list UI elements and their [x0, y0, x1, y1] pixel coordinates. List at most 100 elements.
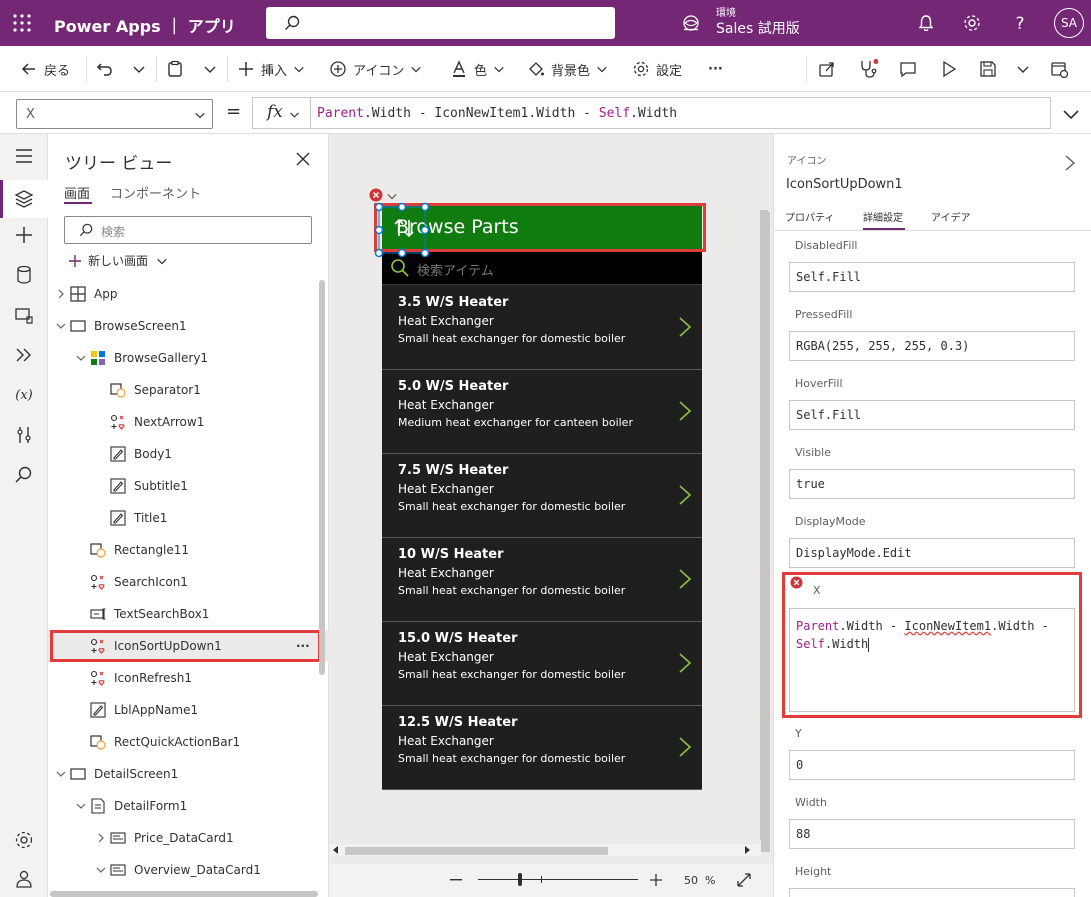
advanced-tools-icon[interactable]	[13, 424, 35, 446]
help-icon[interactable]: ?	[1010, 13, 1030, 33]
tree-horizontal-scrollbar[interactable]	[50, 891, 318, 897]
icon-menu-button[interactable]: アイコン	[329, 46, 428, 92]
undo-dropdown-button[interactable]	[132, 46, 152, 92]
virtual-agent-icon[interactable]	[13, 868, 35, 890]
more-commands-button[interactable]: ···	[708, 46, 723, 92]
chevron-down-icon[interactable]	[96, 865, 106, 875]
tree-node-subtitle[interactable]: Subtitle1	[48, 470, 329, 502]
displaymode-input[interactable]: DisplayMode.Edit	[789, 538, 1075, 568]
tree-node-searchicon[interactable]: SearchIcon1	[48, 566, 329, 598]
pressedfill-input[interactable]: RGBA(255, 255, 255, 0.3)	[789, 331, 1075, 361]
chevron-down-icon[interactable]	[56, 769, 66, 779]
notification-bell-icon[interactable]	[916, 13, 936, 33]
chevron-down-icon[interactable]	[56, 321, 66, 331]
gallery-item[interactable]: 7.5 W/S Heater Heat Exchanger Small heat…	[382, 454, 702, 538]
undo-button[interactable]	[96, 46, 120, 92]
save-dropdown-button[interactable]	[1016, 46, 1036, 92]
tree-node-body[interactable]: Body1	[48, 438, 329, 470]
next-arrow-icon[interactable]	[678, 400, 692, 422]
property-dropdown[interactable]: X	[16, 99, 213, 129]
width-input[interactable]: 88	[789, 819, 1075, 849]
background-color-menu-button[interactable]: 背景色	[527, 46, 614, 92]
gallery-item[interactable]: 5.0 W/S Heater Heat Exchanger Medium hea…	[382, 370, 702, 454]
variables-icon[interactable]: (x)	[13, 383, 35, 405]
power-automate-icon[interactable]	[13, 344, 35, 366]
zoom-out-icon[interactable]	[450, 879, 462, 881]
chevron-right-icon[interactable]	[1064, 154, 1076, 172]
back-button[interactable]: 戻る	[20, 46, 70, 92]
tree-node-browsescreen[interactable]: BrowseScreen1	[48, 310, 329, 342]
chevron-right-icon[interactable]	[96, 833, 106, 843]
tab-properties[interactable]: プロパティ	[785, 209, 834, 224]
tree-node-lblappname[interactable]: LblAppName1	[48, 694, 329, 726]
scroll-right-icon[interactable]	[743, 846, 751, 854]
tree-node-detailscreen[interactable]: DetailScreen1	[48, 758, 329, 790]
zoom-in-icon[interactable]	[650, 874, 662, 886]
publish-button[interactable]	[1050, 46, 1074, 92]
insert-menu-button[interactable]: 挿入	[237, 46, 311, 92]
app-checker-button[interactable]	[858, 46, 884, 92]
chevron-right-icon[interactable]	[56, 289, 66, 299]
hamburger-menu-icon[interactable]	[13, 145, 35, 167]
tree-search-input[interactable]: 検索	[64, 216, 312, 244]
gallery-search-box[interactable]: 検索アイテム	[382, 252, 702, 285]
zoom-slider-thumb[interactable]	[518, 873, 522, 886]
x-formula-input[interactable]: Parent.Width - IconNewItem1.Width - Self.…	[789, 608, 1075, 712]
color-menu-button[interactable]: 色	[450, 46, 511, 92]
tree-node-title[interactable]: Title1	[48, 502, 329, 534]
next-arrow-icon[interactable]	[678, 316, 692, 338]
paste-button[interactable]	[166, 46, 190, 92]
disabledfill-input[interactable]: Self.Fill	[789, 262, 1075, 292]
share-button[interactable]	[818, 46, 842, 92]
tab-ideas[interactable]: アイデア	[931, 209, 971, 224]
scroll-left-icon[interactable]	[332, 846, 340, 854]
tab-screens[interactable]: 画面	[64, 183, 90, 202]
search-icon[interactable]	[13, 464, 35, 486]
tree-node-gallery[interactable]: BrowseGallery1	[48, 342, 329, 374]
settings-gear-icon[interactable]	[962, 13, 982, 33]
settings-button[interactable]: 設定	[632, 46, 682, 92]
close-icon[interactable]	[296, 152, 310, 166]
tree-node-nextarrow[interactable]: NextArrow1	[48, 406, 329, 438]
app-launcher-icon[interactable]	[12, 13, 32, 33]
gallery-item[interactable]: 10 W/S Heater Heat Exchanger Small heat …	[382, 538, 702, 622]
selection-handles[interactable]	[374, 202, 430, 258]
gallery-item[interactable]: 3.5 W/S Heater Heat Exchanger Small heat…	[382, 286, 702, 370]
formula-input[interactable]: Parent.Width - IconNewItem1.Width - Self…	[310, 97, 1051, 129]
tree-node-price-datacard[interactable]: Price_DataCard1	[48, 822, 329, 854]
zoom-slider[interactable]	[478, 879, 638, 881]
visible-input[interactable]: true	[789, 469, 1075, 499]
paste-dropdown-button[interactable]	[203, 46, 223, 92]
tree-node-rectquickactionbar[interactable]: RectQuickActionBar1	[48, 726, 329, 758]
height-input[interactable]	[789, 888, 1075, 897]
fit-to-window-icon[interactable]	[736, 872, 752, 888]
tab-components[interactable]: コンポーネント	[110, 183, 201, 202]
tree-node-textsearchbox[interactable]: TextSearchBox1	[48, 598, 329, 630]
tab-advanced[interactable]: 詳細設定	[863, 209, 903, 224]
chevron-down-icon[interactable]	[76, 801, 86, 811]
media-icon[interactable]	[13, 304, 35, 326]
tree-node-separator[interactable]: Separator1	[48, 374, 329, 406]
insert-plus-icon[interactable]	[13, 224, 35, 246]
tree-node-app[interactable]: App	[48, 278, 329, 310]
hoverfill-input[interactable]: Self.Fill	[789, 400, 1075, 430]
next-arrow-icon[interactable]	[678, 652, 692, 674]
chevron-down-icon[interactable]	[386, 190, 398, 202]
expand-formula-chevron-icon[interactable]	[1062, 105, 1080, 123]
tree-node-iconrefresh[interactable]: IconRefresh1	[48, 662, 329, 694]
properties-scrollbar[interactable]	[760, 210, 768, 840]
comments-button[interactable]	[899, 46, 923, 92]
next-arrow-icon[interactable]	[678, 568, 692, 590]
gallery-item[interactable]: 12.5 W/S Heater Heat Exchanger Small hea…	[382, 706, 702, 790]
tree-view-rail-item[interactable]	[0, 180, 48, 218]
environment-name[interactable]: Sales 試用版	[716, 18, 800, 38]
next-arrow-icon[interactable]	[678, 484, 692, 506]
y-input[interactable]: 0	[789, 750, 1075, 780]
canvas-scroll-thumb[interactable]	[345, 847, 608, 855]
tree-node-detailform[interactable]: DetailForm1	[48, 790, 329, 822]
tree-node-overview-datacard[interactable]: Overview_DataCard1	[48, 854, 329, 886]
user-avatar[interactable]: SA	[1054, 8, 1084, 38]
fx-button[interactable]: fx	[252, 97, 310, 129]
gallery-item[interactable]: 15.0 W/S Heater Heat Exchanger Small hea…	[382, 622, 702, 706]
new-screen-button[interactable]: 新しい画面	[68, 252, 168, 269]
